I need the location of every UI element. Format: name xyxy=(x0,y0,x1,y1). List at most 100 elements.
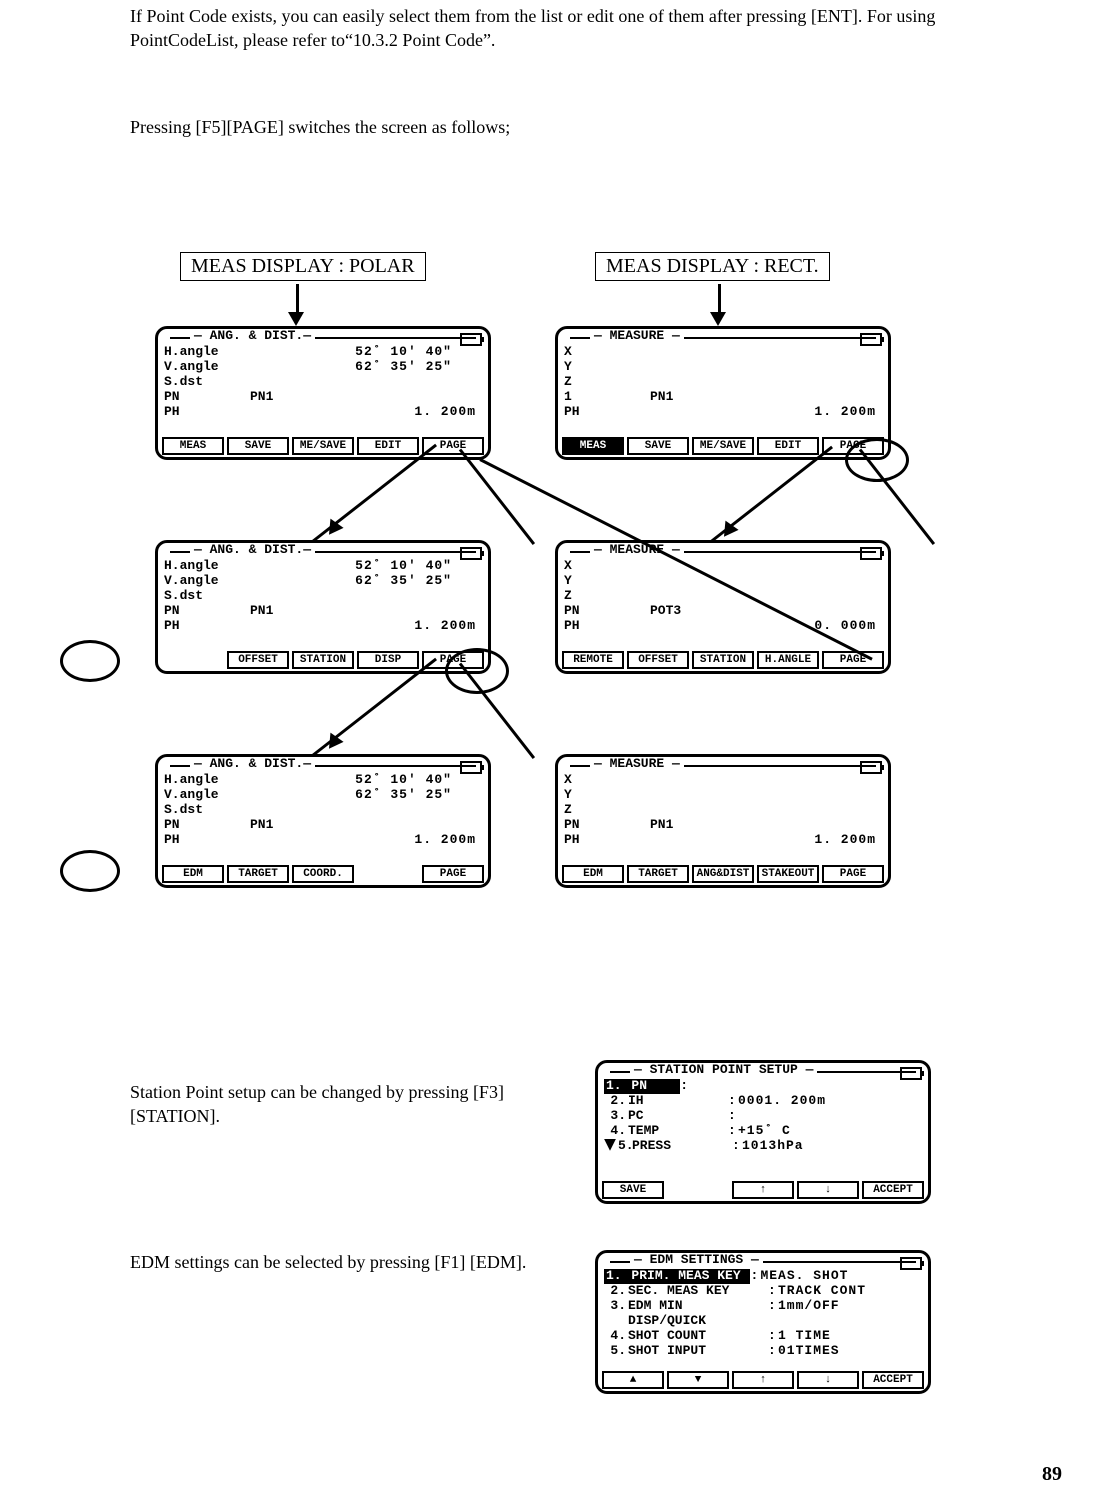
softkey-save[interactable]: SAVE xyxy=(227,437,289,455)
row-num: 1. xyxy=(606,1268,624,1283)
softkey-mesave[interactable]: ME/SAVE xyxy=(292,437,354,455)
field-value: 52˚ 10' 40" xyxy=(232,345,482,360)
field-value: 62˚ 35' 25" xyxy=(232,788,482,803)
row-num: 2. xyxy=(604,1094,628,1109)
field-label: V.angle xyxy=(164,788,232,803)
softkey-coord[interactable]: COORD. xyxy=(292,865,354,883)
field-value: POT3 xyxy=(632,604,681,619)
row-val: MEAS. SHOT xyxy=(760,1269,922,1284)
softkey-row: REMOTE OFFSET STATION H.ANGLE PAGE xyxy=(562,651,884,669)
softkey-station[interactable]: STATION xyxy=(692,651,754,669)
softkey-mesave[interactable]: ME/SAVE xyxy=(692,437,754,455)
softkey-edit[interactable]: EDIT xyxy=(357,437,419,455)
softkey-offset[interactable]: OFFSET xyxy=(227,651,289,669)
field-label: PH xyxy=(164,833,232,848)
row-num: 2. xyxy=(604,1284,628,1299)
softkey-stakeout[interactable]: STAKEOUT xyxy=(757,865,819,883)
softkey-up-solid[interactable]: ▲ xyxy=(602,1371,664,1389)
softkey-page[interactable]: PAGE xyxy=(822,651,884,669)
softkey-target[interactable]: TARGET xyxy=(627,865,689,883)
field-label: PH xyxy=(564,405,632,420)
softkey-meas[interactable]: MEAS xyxy=(562,437,624,455)
field-label: X xyxy=(564,345,632,360)
softkey-up[interactable]: ↑ xyxy=(732,1371,794,1389)
softkey-page[interactable]: PAGE xyxy=(422,865,484,883)
field-label: PH xyxy=(164,405,232,420)
softkey-angdist[interactable]: ANG&DIST xyxy=(692,865,754,883)
lcd-title: — ANG. & DIST.— xyxy=(190,757,315,772)
softkey-target[interactable]: TARGET xyxy=(227,865,289,883)
label-polar: MEAS DISPLAY : POLAR xyxy=(180,252,426,281)
softkey-accept[interactable]: ACCEPT xyxy=(862,1371,924,1389)
field-label: X xyxy=(564,559,632,574)
softkey-page[interactable]: PAGE xyxy=(822,865,884,883)
softkey-row: EDM TARGET COORD. PAGE xyxy=(162,865,484,883)
field-label: H.angle xyxy=(164,559,232,574)
softkey-down-solid[interactable]: ▼ xyxy=(667,1371,729,1389)
edm-text: EDM settings can be selected by pressing… xyxy=(130,1250,550,1274)
softkey-up[interactable]: ↑ xyxy=(732,1181,794,1199)
row-key: IH xyxy=(628,1094,728,1109)
field-label: PN xyxy=(164,604,232,619)
row-val xyxy=(690,1079,922,1094)
field-value: PN1 xyxy=(632,818,673,833)
field-label: V.angle xyxy=(164,360,232,375)
field-value: 62˚ 35' 25" xyxy=(232,360,482,375)
field-label: PH xyxy=(564,833,632,848)
field-value: PN1 xyxy=(632,390,673,405)
softkey-hangle[interactable]: H.ANGLE xyxy=(757,651,819,669)
field-label: S.dst xyxy=(164,375,232,390)
lcd-polar-2: — ANG. & DIST.— H.angle52˚ 10' 40" V.ang… xyxy=(155,540,491,674)
softkey-meas[interactable]: MEAS xyxy=(162,437,224,455)
softkey-edm[interactable]: EDM xyxy=(562,865,624,883)
softkey-row: SAVE ↑ ↓ ACCEPT xyxy=(602,1181,924,1199)
station-text: Station Point setup can be changed by pr… xyxy=(130,1080,550,1129)
field-label: Z xyxy=(564,375,632,390)
field-label: S.dst xyxy=(164,803,232,818)
field-label: S.dst xyxy=(164,589,232,604)
softkey-row: ▲ ▼ ↑ ↓ ACCEPT xyxy=(602,1371,924,1389)
softkey-station[interactable]: STATION xyxy=(292,651,354,669)
field-value: 1. 200m xyxy=(632,833,882,848)
lcd-title: — MEASURE — xyxy=(590,757,684,772)
field-label: X xyxy=(564,773,632,788)
softkey-down[interactable]: ↓ xyxy=(797,1181,859,1199)
softkey-edm[interactable]: EDM xyxy=(162,865,224,883)
row-key: PRIM. MEAS KEY xyxy=(631,1268,740,1283)
row-val: TRACK CONT xyxy=(778,1284,922,1299)
field-label: 1 xyxy=(564,390,632,405)
row-num: 4. xyxy=(604,1124,628,1139)
softkey-accept[interactable]: ACCEPT xyxy=(862,1181,924,1199)
row-val: 0001. 200m xyxy=(738,1094,922,1109)
field-label: PH xyxy=(564,619,632,634)
arrow-head xyxy=(288,312,304,326)
softkey-save[interactable]: SAVE xyxy=(602,1181,664,1199)
field-value: 1. 200m xyxy=(632,405,882,420)
softkey-row: EDM TARGET ANG&DIST STAKEOUT PAGE xyxy=(562,865,884,883)
softkey-offset[interactable]: OFFSET xyxy=(627,651,689,669)
paragraph-1: If Point Code exists, you can easily sel… xyxy=(130,4,1000,53)
softkey-save[interactable]: SAVE xyxy=(627,437,689,455)
field-value: PN1 xyxy=(232,818,273,833)
softkey-down[interactable]: ↓ xyxy=(797,1371,859,1389)
softkey-remote[interactable]: REMOTE xyxy=(562,651,624,669)
row-num: 3. xyxy=(604,1109,628,1124)
softkey-edit[interactable]: EDIT xyxy=(757,437,819,455)
field-value: 1. 200m xyxy=(232,833,482,848)
softkey-disp[interactable]: DISP xyxy=(357,651,419,669)
lcd-title: — MEASURE — xyxy=(590,329,684,344)
row-val: 1 TIME xyxy=(778,1329,922,1344)
row-num: 3. xyxy=(604,1299,628,1329)
row-key: PC xyxy=(628,1109,728,1124)
circle-annotation xyxy=(60,640,120,682)
row-val: +15˚ C xyxy=(738,1124,922,1139)
softkey-row: MEAS SAVE ME/SAVE EDIT PAGE xyxy=(562,437,884,455)
field-value: PN1 xyxy=(232,390,273,405)
field-label: Z xyxy=(564,589,632,604)
lcd-rect-2: — MEASURE — X Y Z PNPOT3 PH0. 000m REMOT… xyxy=(555,540,891,674)
row-val: 1mm/OFF xyxy=(778,1299,922,1329)
row-num: 5. xyxy=(604,1344,628,1359)
field-label: PN xyxy=(564,604,632,619)
field-label: PN xyxy=(564,818,632,833)
lcd-rect-1: — MEASURE — X Y Z 1PN1 PH1. 200m MEAS SA… xyxy=(555,326,891,460)
